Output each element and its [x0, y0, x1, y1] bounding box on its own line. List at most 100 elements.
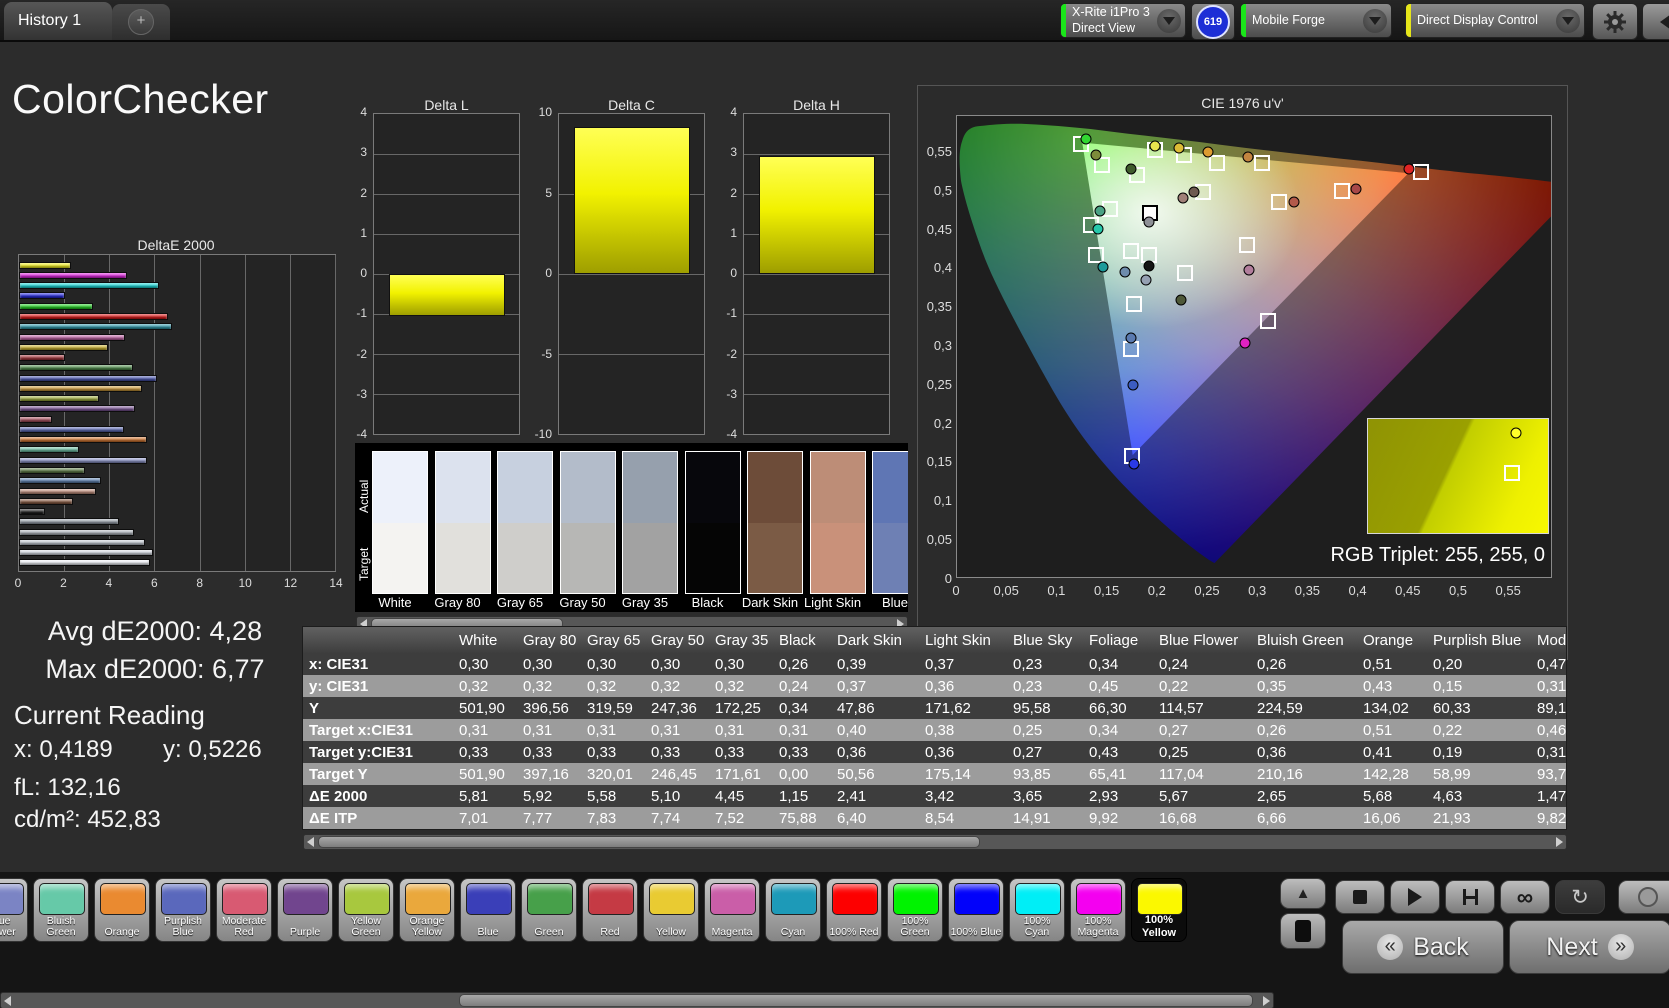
- patch-button-purplish-blue[interactable]: Purplish Blue: [155, 878, 211, 942]
- actual-color: [623, 452, 677, 523]
- patch-color: [771, 883, 817, 915]
- up-arrow-icon: ▲: [1295, 885, 1311, 902]
- patch-compare-strip: Actual Target White Gray 80 Gray 65 Gray 50…: [355, 443, 908, 612]
- table-cell: 142,28: [1363, 765, 1409, 783]
- patch-button-100-cyan[interactable]: 100% Cyan: [1009, 878, 1065, 942]
- inset-target-square: [1504, 464, 1520, 481]
- patch-button-moderate-red[interactable]: Moderate Red: [216, 878, 272, 942]
- table-cell: 0,46: [1537, 721, 1567, 739]
- scroll-right-icon[interactable]: [1263, 995, 1270, 1006]
- cie-measurement-dot: [1202, 146, 1214, 158]
- cie-measurement-dot: [1090, 149, 1102, 161]
- patch-button-magenta[interactable]: Magenta: [704, 878, 760, 942]
- patch-button-100-magenta[interactable]: 100% Magenta: [1070, 878, 1126, 942]
- cie-measurement-dot: [1188, 186, 1200, 198]
- meter-instrument[interactable]: X-Rite i1Pro 3 Direct View: [1060, 3, 1186, 38]
- delta-bar: [573, 126, 690, 274]
- patch-label: Red: [600, 926, 620, 939]
- meter-source[interactable]: Mobile Forge: [1240, 3, 1392, 38]
- table-cell: 0,25: [1159, 743, 1189, 761]
- add-tab-icon[interactable]: +: [128, 9, 154, 35]
- gridline: [335, 255, 336, 571]
- delta-chart-delta-c: [558, 113, 705, 435]
- pattern-window-button[interactable]: [1280, 913, 1326, 949]
- patch-button-cyan[interactable]: Cyan: [765, 878, 821, 942]
- x-tick-label: 12: [283, 576, 298, 590]
- table-cell: 9,82: [1537, 809, 1567, 827]
- collapse-panel-button[interactable]: [1642, 3, 1669, 40]
- patch-button-red[interactable]: Red: [582, 878, 638, 942]
- tab-history-1[interactable]: History 1: [4, 2, 112, 40]
- patch-label: Blue Flower: [0, 914, 16, 939]
- patch-button-purple[interactable]: Purple: [277, 878, 333, 942]
- compare-swatch-dark-skin: [747, 451, 803, 594]
- patch-button-blue[interactable]: Blue: [460, 878, 516, 942]
- rgb-triplet-label: RGB Triplet: 255, 255, 0: [1330, 544, 1545, 566]
- patch-button-orange-yellow[interactable]: Orange Yellow: [399, 878, 455, 942]
- cie-y-tick: 0,55: [926, 144, 952, 159]
- table-cell: 0,34: [779, 699, 809, 717]
- continuous-button[interactable]: ∞: [1500, 880, 1550, 914]
- table-cell: 0,45: [1089, 677, 1119, 695]
- play-button[interactable]: [1390, 880, 1440, 914]
- patch-button-bluish-green[interactable]: Bluish Green: [33, 878, 89, 942]
- table-cell: 5,10: [651, 787, 681, 805]
- patch-button-100-green[interactable]: 100% Green: [887, 878, 943, 942]
- meter-line2: Direct View: [1072, 20, 1135, 35]
- table-cell: 0,33: [459, 743, 489, 761]
- table-cell: 4,63: [1433, 787, 1463, 805]
- target-row-label: Target: [357, 547, 371, 581]
- scroll-left-icon[interactable]: [4, 995, 11, 1006]
- table-cell: 114,57: [1159, 699, 1204, 717]
- stop-button[interactable]: [1335, 880, 1385, 914]
- compare-swatch-light-skin: [809, 451, 866, 594]
- patch-button-yellow[interactable]: Yellow: [643, 878, 699, 942]
- deltae-bar-black: [19, 508, 45, 516]
- table-scrollbar-thumb[interactable]: [318, 836, 980, 848]
- table-cell: 50,56: [837, 765, 875, 783]
- table-cell: 89,14: [1537, 699, 1567, 717]
- patch-button-100-blue[interactable]: 100% Blue: [948, 878, 1004, 942]
- cie-measurement-dot: [1242, 151, 1254, 163]
- cie-measurement-dot: [1125, 332, 1137, 344]
- reading-x: x: 0,4189: [14, 736, 113, 763]
- meter-line1: Direct Display Control: [1417, 12, 1538, 27]
- cie-measurement-dot: [1149, 140, 1161, 152]
- record-button[interactable]: [1618, 880, 1669, 914]
- deltae-bar-purplish-blue: [19, 425, 124, 433]
- bottom-scrollbar[interactable]: [0, 992, 1274, 1008]
- scroll-right-icon[interactable]: [1556, 837, 1563, 847]
- bottom-scrollbar-thumb[interactable]: [459, 994, 1253, 1007]
- deltae-bar-100-blue: [19, 292, 66, 300]
- add-tab[interactable]: +: [112, 4, 170, 40]
- target-color: [435, 522, 490, 593]
- delta-chart-delta-h: [743, 113, 890, 435]
- scroll-left-icon[interactable]: [307, 837, 314, 847]
- chevron-down-icon[interactable]: [1363, 8, 1387, 33]
- patch-button-green[interactable]: Green: [521, 878, 577, 942]
- chevron-down-icon[interactable]: [1157, 8, 1181, 33]
- patch-button-yellow-green[interactable]: Yellow Green: [338, 878, 394, 942]
- chevron-down-icon[interactable]: [1556, 8, 1580, 33]
- patch-button-100-yellow[interactable]: 100% Yellow: [1131, 878, 1187, 942]
- table-cell: 60,33: [1433, 699, 1471, 717]
- settings-button[interactable]: [1592, 3, 1638, 40]
- patch-button-100-red[interactable]: 100% Red: [826, 878, 882, 942]
- patch-button-orange[interactable]: Orange: [94, 878, 150, 942]
- patch-button-blue-flower[interactable]: Blue Flower: [0, 878, 28, 942]
- scroll-up-button[interactable]: ▲: [1280, 878, 1326, 909]
- exposure-badge-button[interactable]: 619: [1191, 3, 1235, 40]
- table-scrollbar[interactable]: [303, 834, 1567, 850]
- meter-display-control[interactable]: Direct Display Control: [1405, 3, 1585, 38]
- loop-button[interactable]: ↻: [1555, 880, 1605, 914]
- cie-zoom-inset: [1367, 418, 1549, 534]
- table-cell: 4,45: [715, 787, 745, 805]
- table-cell: 0,31: [459, 721, 489, 739]
- reading-cdm2: cd/m²: 452,83: [14, 806, 161, 833]
- back-button[interactable]: « Back: [1342, 920, 1504, 974]
- step-pattern-button[interactable]: [1445, 880, 1495, 914]
- y-tick-label: -3: [356, 386, 367, 401]
- cie-x-tick: 0: [952, 583, 960, 598]
- next-button[interactable]: Next »: [1509, 920, 1669, 974]
- deltae-bar-white: [19, 559, 151, 567]
